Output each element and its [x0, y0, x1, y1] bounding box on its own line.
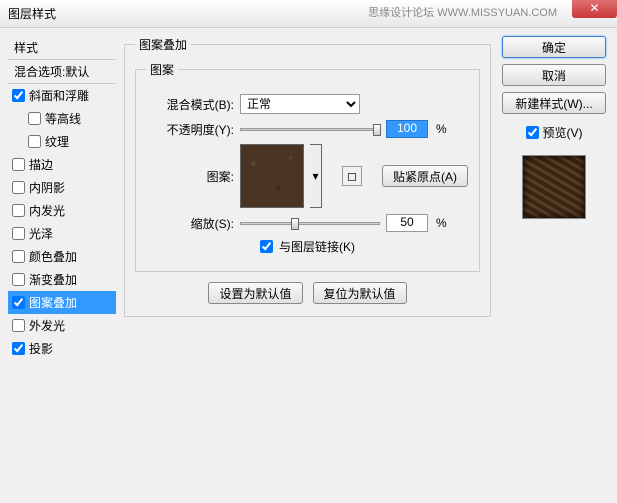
style-label: 渐变叠加 [29, 271, 77, 288]
snap-origin-button[interactable]: 贴紧原点(A) [382, 165, 468, 187]
scale-value[interactable]: 50 [386, 214, 428, 232]
style-item[interactable]: 内阴影 [8, 176, 116, 199]
style-checkbox[interactable] [12, 319, 25, 332]
ok-button[interactable]: 确定 [502, 36, 606, 58]
pattern-overlay-group: 图案叠加 图案 混合模式(B): 正常 不透明度(Y): 100 % 图案: ▾ [124, 36, 491, 317]
preview-checkbox[interactable] [526, 126, 539, 139]
new-style-button[interactable]: 新建样式(W)... [502, 92, 606, 114]
pattern-label: 图案: [146, 168, 234, 185]
style-label: 外发光 [29, 317, 65, 334]
style-checkbox[interactable] [12, 181, 25, 194]
make-default-button[interactable]: 设置为默认值 [208, 282, 302, 304]
style-label: 颜色叠加 [29, 248, 77, 265]
style-checkbox[interactable] [12, 204, 25, 217]
style-checkbox[interactable] [12, 342, 25, 355]
style-label: 光泽 [29, 225, 53, 242]
style-checkbox[interactable] [12, 158, 25, 171]
blend-mode-label: 混合模式(B): [146, 96, 234, 113]
pct-label-2: % [436, 216, 447, 230]
style-label: 内发光 [29, 202, 65, 219]
style-item[interactable]: 等高线 [8, 107, 116, 130]
close-button[interactable]: ✕ [572, 0, 617, 18]
cancel-button[interactable]: 取消 [502, 64, 606, 86]
watermark: 思缘设计论坛 WWW.MISSYUAN.COM [368, 4, 557, 20]
style-item[interactable]: 渐变叠加 [8, 268, 116, 291]
style-item[interactable]: 纹理 [8, 130, 116, 153]
pattern-swatch[interactable] [240, 144, 304, 208]
style-item[interactable]: 图案叠加 [8, 291, 116, 314]
link-layer-checkbox[interactable] [260, 240, 273, 253]
reset-default-button[interactable]: 复位为默认值 [313, 282, 407, 304]
pattern-dropdown[interactable]: ▾ [310, 144, 322, 208]
blend-mode-select[interactable]: 正常 [240, 94, 360, 114]
style-checkbox[interactable] [12, 89, 25, 102]
style-item[interactable]: 光泽 [8, 222, 116, 245]
opacity-value[interactable]: 100 [386, 120, 428, 138]
style-label: 投影 [29, 340, 53, 357]
style-item[interactable]: 颜色叠加 [8, 245, 116, 268]
titlebar: 图层样式 思缘设计论坛 WWW.MISSYUAN.COM ✕ [0, 0, 617, 28]
style-label: 等高线 [45, 110, 81, 127]
style-item[interactable]: 内发光 [8, 199, 116, 222]
style-label: 纹理 [45, 133, 69, 150]
inner-title: 图案 [146, 61, 178, 78]
style-checkbox[interactable] [12, 296, 25, 309]
style-label: 描边 [29, 156, 53, 173]
style-checkbox[interactable] [12, 227, 25, 240]
opacity-slider[interactable] [240, 128, 380, 131]
style-checkbox[interactable] [28, 135, 41, 148]
pct-label: % [436, 122, 447, 136]
preview-label: 预览(V) [543, 124, 583, 141]
link-layer-label: 与图层链接(K) [279, 238, 355, 255]
style-label: 内阴影 [29, 179, 65, 196]
style-item[interactable]: 描边 [8, 153, 116, 176]
style-checkbox[interactable] [12, 250, 25, 263]
window-title: 图层样式 [4, 5, 56, 22]
style-item[interactable]: 外发光 [8, 314, 116, 337]
pattern-inner-group: 图案 混合模式(B): 正常 不透明度(Y): 100 % 图案: ▾ ◻ [135, 61, 480, 272]
styles-list-panel: 样式 混合选项:默认 斜面和浮雕等高线纹理描边内阴影内发光光泽颜色叠加渐变叠加图… [8, 36, 116, 495]
group-title: 图案叠加 [135, 36, 191, 53]
styles-header: 样式 [8, 36, 116, 60]
style-label: 图案叠加 [29, 294, 77, 311]
scale-label: 缩放(S): [146, 215, 234, 232]
style-label: 斜面和浮雕 [29, 87, 89, 104]
style-item[interactable]: 斜面和浮雕 [8, 84, 116, 107]
scale-slider[interactable] [240, 222, 380, 225]
style-checkbox[interactable] [28, 112, 41, 125]
right-panel: 确定 取消 新建样式(W)... 预览(V) [499, 36, 609, 495]
preview-swatch [522, 155, 586, 219]
opacity-label: 不透明度(Y): [146, 121, 234, 138]
style-item[interactable]: 投影 [8, 337, 116, 360]
new-preset-icon[interactable]: ◻ [342, 166, 362, 186]
style-checkbox[interactable] [12, 273, 25, 286]
blending-options[interactable]: 混合选项:默认 [8, 60, 116, 84]
